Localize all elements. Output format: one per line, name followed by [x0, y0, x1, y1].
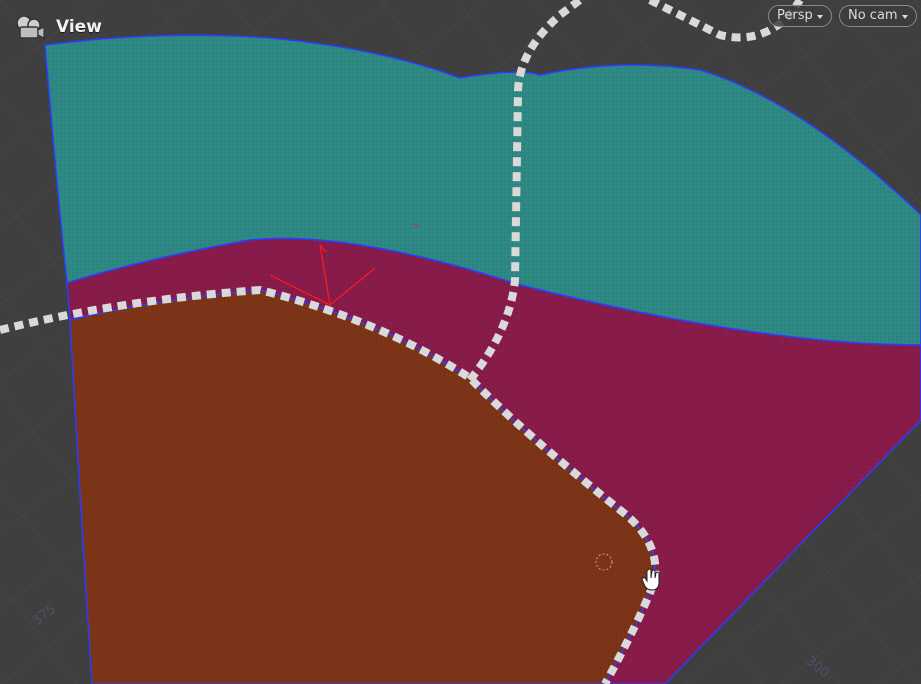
camera-label: No cam [848, 8, 898, 23]
viewport-title: View [56, 17, 102, 37]
projection-label: Persp [777, 8, 813, 23]
3d-viewport[interactable]: 375 300 View Persp No cam [0, 0, 921, 684]
view-icon[interactable] [12, 12, 46, 42]
chevron-down-icon [901, 15, 908, 19]
viewport-header: View [12, 12, 102, 42]
camera-dropdown[interactable]: No cam [839, 5, 917, 27]
chevron-down-icon [816, 15, 823, 19]
projection-dropdown[interactable]: Persp [768, 5, 832, 27]
scene-canvas[interactable] [0, 0, 921, 684]
